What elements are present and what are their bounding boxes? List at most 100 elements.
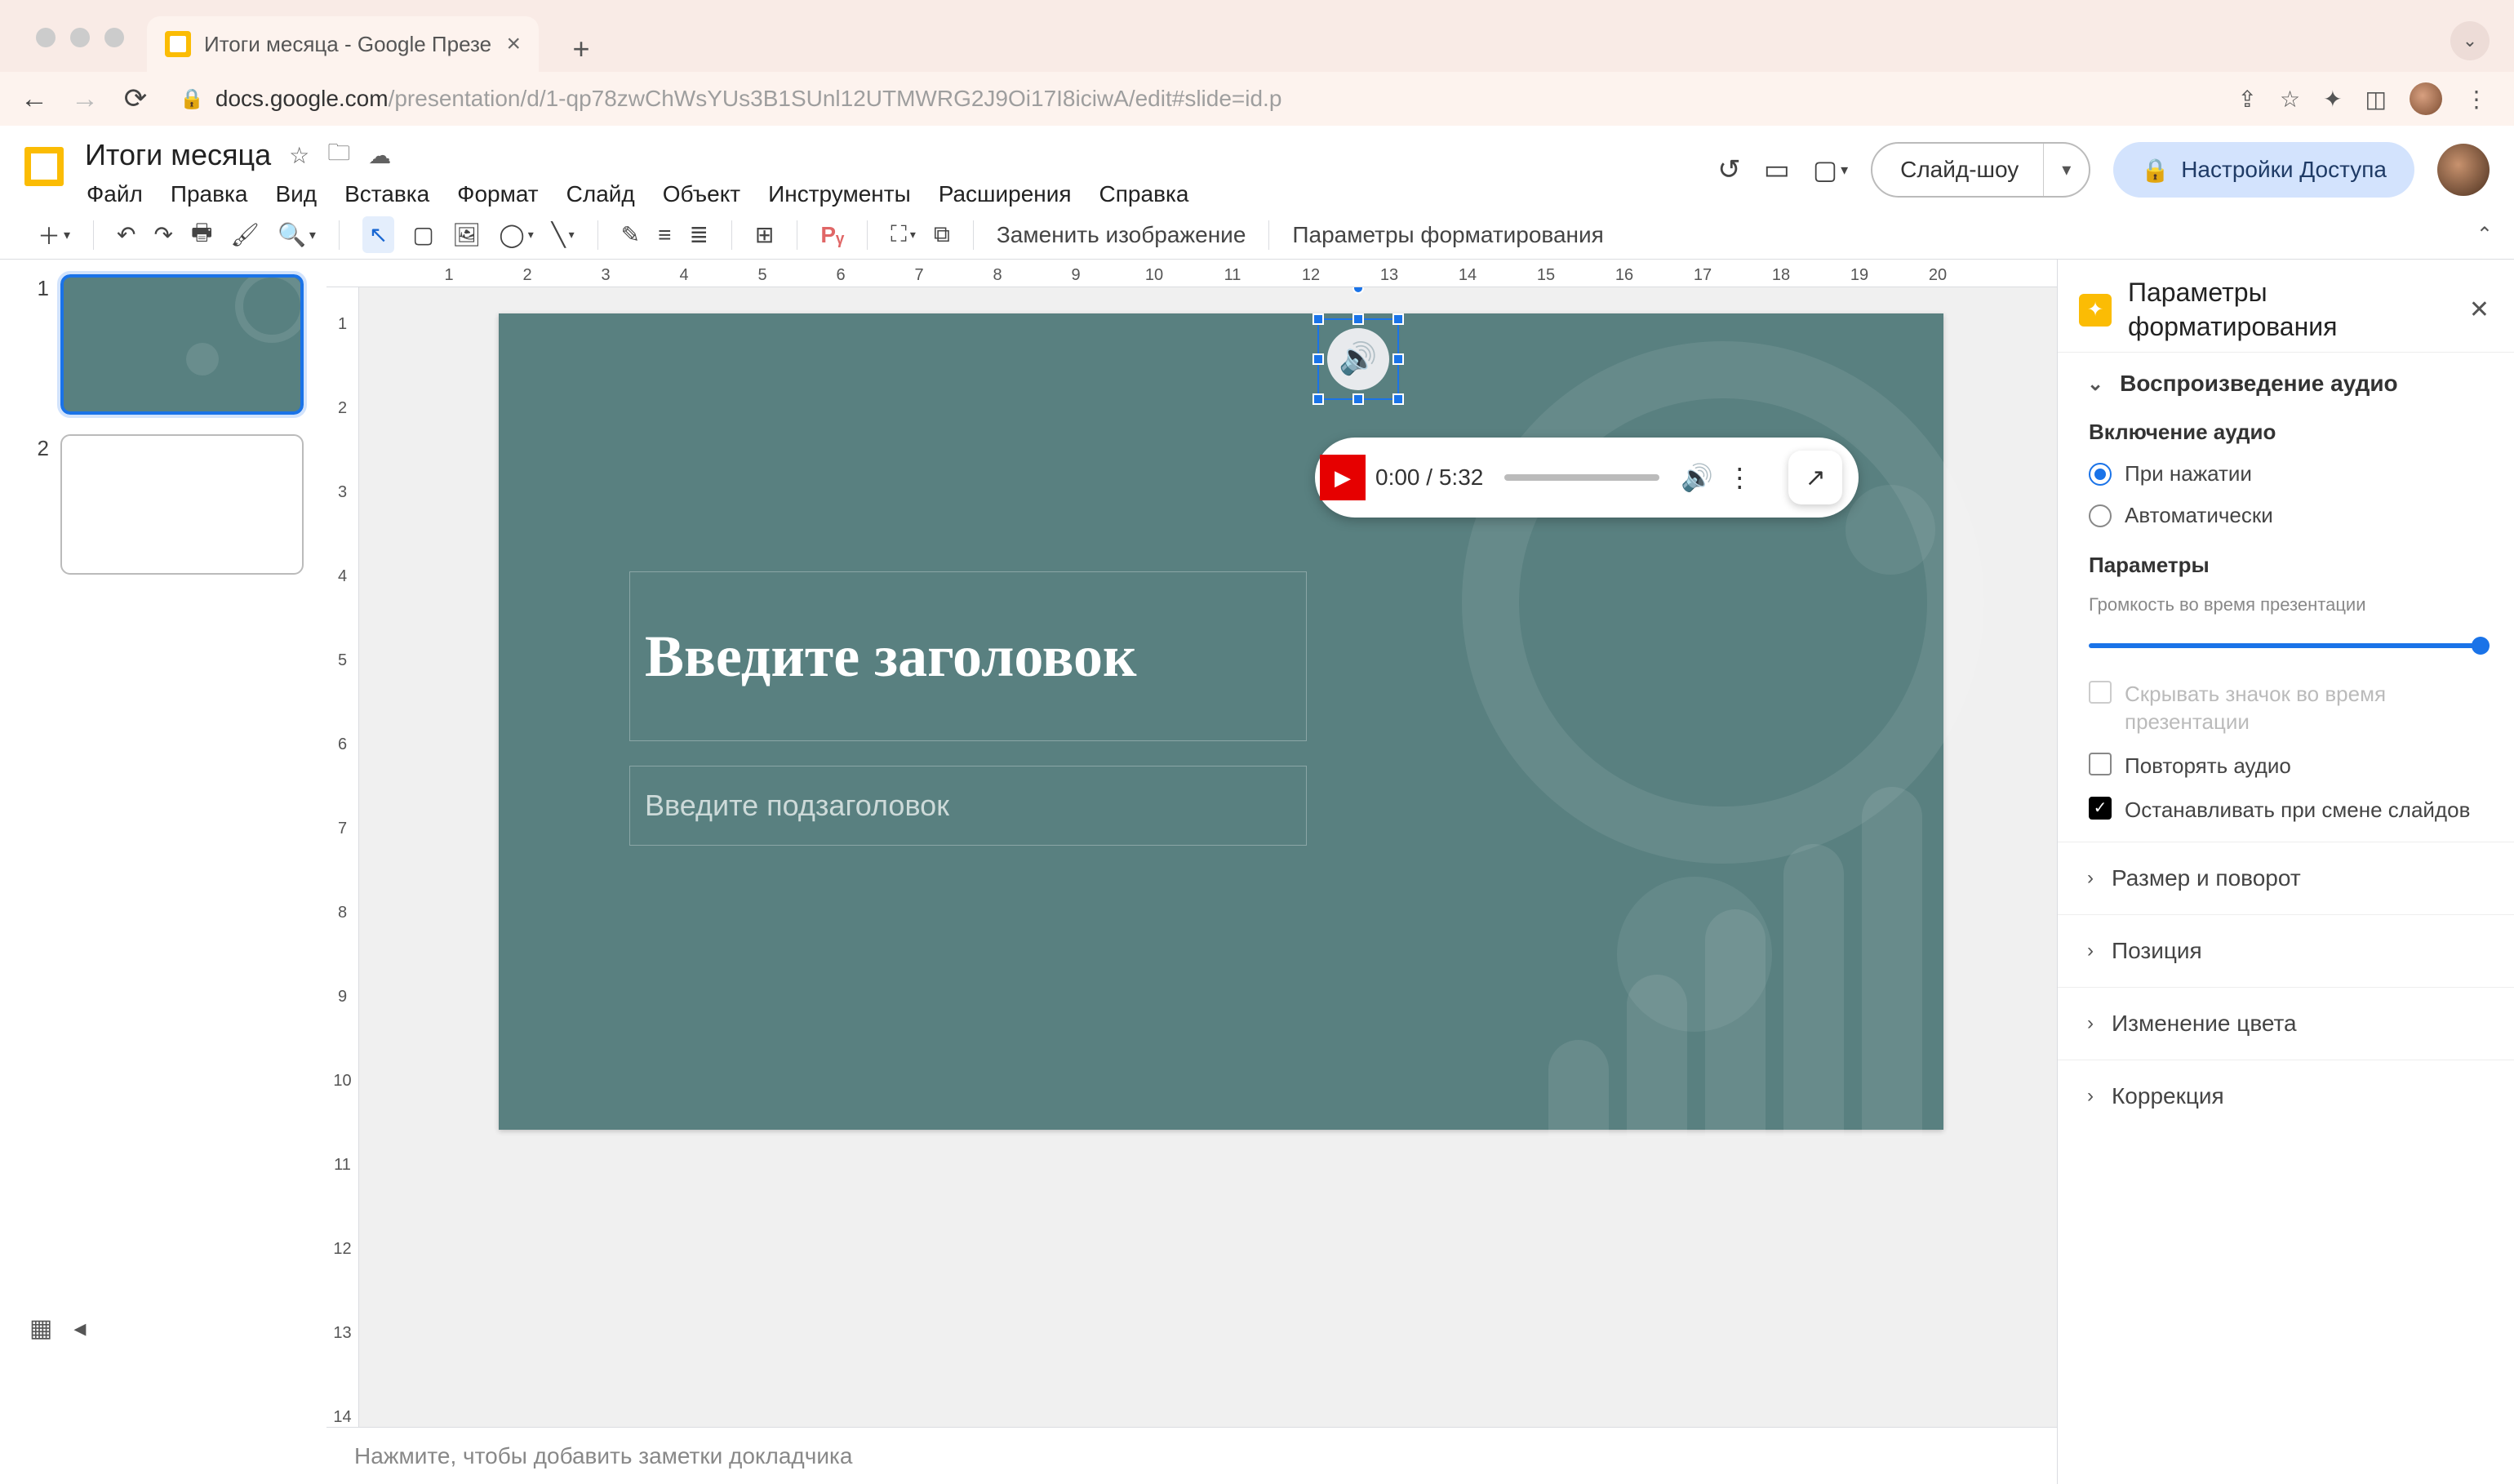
audio-speaker-icon[interactable]: 🔊 [1327,328,1389,390]
text-box-tool[interactable]: ▢ [412,221,433,248]
rotate-handle[interactable] [1352,287,1364,294]
browser-menu-icon[interactable]: ⋮ [2465,86,2488,113]
border-weight-button[interactable]: ≡ [658,222,671,248]
profile-avatar-icon[interactable] [2410,82,2442,115]
minimize-window-icon[interactable] [70,28,90,47]
slide-canvas[interactable]: Введите заголовок Введите подзаголовок 🔊 [499,313,1943,1130]
section-audio-playback[interactable]: ⌄ Воспроизведение аудио [2087,371,2485,397]
radio-on-click[interactable]: При нажатии [2089,461,2485,487]
volume-icon[interactable]: 🔊 [1681,462,1713,493]
section-recolor[interactable]: › Изменение цвета [2058,987,2514,1060]
maximize-window-icon[interactable] [104,28,124,47]
menu-file[interactable]: Файл [87,181,143,207]
menu-tools[interactable]: Инструменты [768,181,911,207]
menu-format[interactable]: Формат [457,181,538,207]
image-tool[interactable]: 🖼 [452,221,482,248]
back-button[interactable]: ← [18,83,51,115]
player-more-icon[interactable]: ⋮ [1726,462,1752,493]
menu-edit[interactable]: Правка [171,181,248,207]
volume-slider[interactable] [2089,643,2485,648]
redo-button[interactable]: ↷ [154,221,173,248]
select-tool[interactable]: ↖ [362,216,394,253]
tab-title: Итоги месяца - Google Презе [204,32,493,57]
tab-close-icon[interactable]: × [506,30,521,58]
section-position[interactable]: › Позиция [2058,914,2514,987]
menu-slide[interactable]: Слайд [566,181,635,207]
grid-view-icon[interactable]: ▦ [29,1314,52,1343]
resize-handle[interactable] [1313,393,1324,405]
mask-image-button[interactable]: ⊞ [755,221,774,248]
format-options-panel: ✦ Параметры форматирования ✕ ⌄ Воспроизв… [2057,260,2514,1484]
resize-handle[interactable] [1352,313,1364,325]
shape-tool[interactable]: ◯▾ [499,221,533,248]
slide-thumbnail-2[interactable] [60,434,304,575]
reload-button[interactable]: ⟳ [119,82,152,115]
new-tab-button[interactable]: + [558,26,604,72]
star-icon[interactable]: ☆ [289,142,309,169]
new-slide-button[interactable]: ＋▾ [38,219,70,251]
slideshow-dropdown-icon[interactable]: ▾ [2044,159,2089,180]
share-button[interactable]: 🔒 Настройки Доступа [2113,142,2414,198]
title-placeholder[interactable]: Введите заголовок [629,571,1307,741]
speaker-notes[interactable]: Нажмите, чтобы добавить заметки докладчи… [326,1427,2057,1484]
checkbox-stop-on-slide-change[interactable]: ✓ Останавливать при смене слайдов [2089,797,2485,824]
slideshow-button-label[interactable]: Слайд-шоу [1872,144,2044,196]
section-size-rotation[interactable]: › Размер и поворот [2058,842,2514,914]
collapse-toolbar-button[interactable]: ⌃ [2476,223,2493,247]
play-button[interactable]: ▶ [1323,458,1362,497]
menu-object[interactable]: Объект [663,181,740,207]
print-button[interactable]: 🖶 [191,215,212,255]
reset-image-button[interactable]: Pᵧ [820,222,844,248]
undo-button[interactable]: ↶ [117,221,135,248]
crop-button[interactable]: ⛶▾ [891,221,916,248]
menu-help[interactable]: Справка [1099,181,1189,207]
explore-icon[interactable]: ◂ [73,1314,86,1343]
account-avatar[interactable] [2437,144,2490,196]
slide-thumbnail-1[interactable] [60,274,304,415]
paint-format-button[interactable]: 🖌 [230,221,260,248]
macos-window-controls[interactable] [16,5,140,72]
tabs-overflow-button[interactable]: ⌄ [2450,21,2490,60]
slideshow-split-button[interactable]: Слайд-шоу ▾ [1871,142,2090,198]
google-slides-logo-icon[interactable] [18,140,70,193]
move-to-folder-icon[interactable]: 🗀 [327,136,350,175]
resize-handle[interactable] [1313,353,1324,365]
resize-handle[interactable] [1313,313,1324,325]
audio-object[interactable]: 🔊 [1327,328,1389,390]
section-adjustments[interactable]: › Коррекция [2058,1060,2514,1132]
image-options-icon[interactable]: ⧉ [934,221,950,248]
border-color-button[interactable]: ✎ [621,221,640,248]
comments-icon[interactable]: ▭ [1764,153,1790,186]
document-title[interactable]: Итоги месяца [85,138,271,172]
close-window-icon[interactable] [36,28,56,47]
border-dash-button[interactable]: ≣ [689,221,708,248]
resize-handle[interactable] [1392,353,1404,365]
zoom-dropdown[interactable]: 🔍▾ [278,221,316,248]
extensions-puzzle-icon[interactable]: ✦ [2323,86,2342,113]
replace-image-button[interactable]: Заменить изображение [997,222,1246,248]
vertical-ruler: 123 456 789 101112 1314 [326,287,359,1427]
menu-extensions[interactable]: Расширения [939,181,1072,207]
browser-tab[interactable]: Итоги месяца - Google Презе × [147,16,539,72]
chevron-down-icon: ⌄ [2087,372,2103,396]
popout-icon[interactable]: ↗ [1788,451,1842,504]
address-bar[interactable]: 🔒 docs.google.com/presentation/d/1-qp78z… [170,86,2219,112]
share-page-icon[interactable]: ⇪ [2237,86,2256,113]
subtitle-placeholder[interactable]: Введите подзаголовок [629,766,1307,846]
resize-handle[interactable] [1392,393,1404,405]
resize-handle[interactable] [1392,313,1404,325]
menu-insert[interactable]: Вставка [344,181,429,207]
checkbox-loop-audio[interactable]: Повторять аудио [2089,753,2485,780]
seek-track[interactable] [1504,474,1659,481]
forward-button[interactable]: → [69,83,101,115]
line-tool[interactable]: ╲▾ [552,221,575,248]
bookmark-star-icon[interactable]: ☆ [2280,86,2300,113]
resize-handle[interactable] [1352,393,1364,405]
side-panel-icon[interactable]: ◫ [2365,86,2387,113]
panel-close-button[interactable]: ✕ [2469,295,2490,324]
meet-present-button[interactable]: ▢▾ [1813,154,1848,185]
menu-view[interactable]: Вид [275,181,317,207]
version-history-icon[interactable]: ↺ [1717,153,1741,186]
radio-automatically[interactable]: Автоматически [2089,503,2485,528]
format-options-button[interactable]: Параметры форматирования [1292,222,1603,248]
